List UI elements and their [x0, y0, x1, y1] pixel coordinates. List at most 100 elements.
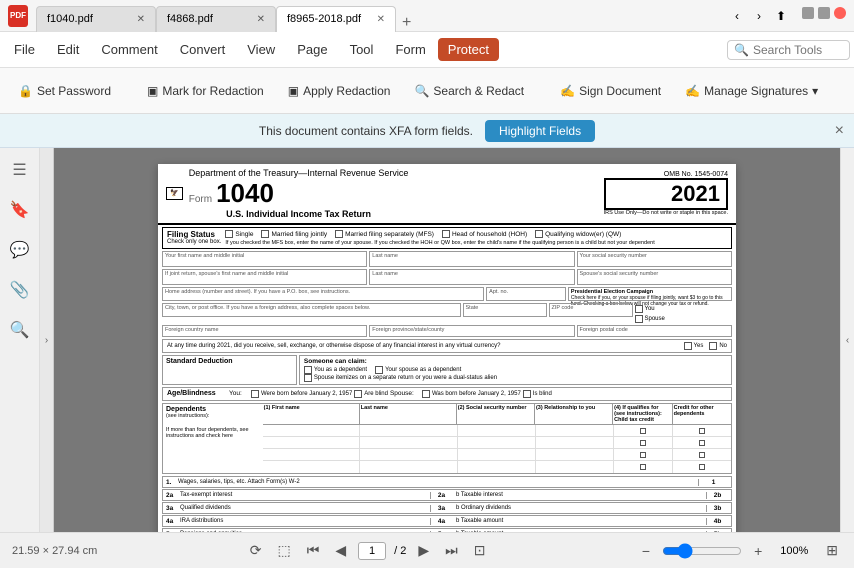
sidebar-nav-icon[interactable]: ☰: [8, 156, 30, 184]
electronic-button[interactable]: ⚡ Electro...: [844, 80, 854, 102]
dep-1-last[interactable]: [360, 425, 458, 436]
spouse-ssn-field[interactable]: Spouse's social security number: [577, 269, 732, 285]
cb-dep3-child[interactable]: [640, 452, 646, 458]
right-panel-handle[interactable]: ‹: [840, 148, 854, 532]
banner-close-button[interactable]: ×: [835, 122, 844, 140]
ssn-field[interactable]: Your social security number: [577, 251, 732, 267]
mark-redaction-button[interactable]: ▣ Mark for Redaction: [137, 80, 274, 102]
search-tools-input[interactable]: [753, 43, 843, 57]
cb-born-1957[interactable]: [251, 390, 259, 398]
cb-dep4-other[interactable]: [699, 464, 705, 470]
last-page-button[interactable]: ⏭: [441, 540, 462, 561]
foreign-province-field[interactable]: Foreign province/state/county: [369, 325, 574, 337]
menu-form[interactable]: Form: [385, 38, 435, 61]
dep-3-first[interactable]: [263, 449, 361, 460]
menu-view[interactable]: View: [237, 38, 285, 61]
menu-tool[interactable]: Tool: [340, 38, 384, 61]
zoom-slider[interactable]: [662, 543, 742, 559]
income-line-5b-ref[interactable]: 5b: [706, 531, 728, 533]
sidebar-comment-icon[interactable]: 💬: [6, 236, 34, 264]
menu-convert[interactable]: Convert: [170, 38, 236, 61]
dep-2-other[interactable]: [673, 437, 731, 448]
rotate-left-button[interactable]: ⟳: [246, 540, 266, 561]
share-btn[interactable]: ⬆: [772, 7, 790, 25]
dep-2-child[interactable]: [614, 437, 673, 448]
state-field[interactable]: State: [463, 303, 547, 317]
cb-dep3-other[interactable]: [699, 452, 705, 458]
menu-comment[interactable]: Comment: [91, 38, 167, 61]
prev-page-button[interactable]: ◀: [331, 540, 350, 561]
left-panel-handle[interactable]: ›: [40, 148, 54, 532]
cb-dep4-child[interactable]: [640, 464, 646, 470]
menu-protect[interactable]: Protect: [438, 38, 499, 61]
dep-2-last[interactable]: [360, 437, 458, 448]
dep-2-first[interactable]: [263, 437, 361, 448]
zoom-out-button[interactable]: −: [638, 541, 654, 561]
add-tab-button[interactable]: +: [396, 14, 417, 32]
tab-f1040-close[interactable]: ✕: [137, 14, 145, 25]
cb-dep1-other[interactable]: [699, 428, 705, 434]
next-page-button[interactable]: ▶: [414, 540, 433, 561]
cb-vc-yes[interactable]: [684, 342, 692, 350]
dep-3-last[interactable]: [360, 449, 458, 460]
cb-spouse-sep[interactable]: [304, 374, 312, 382]
dep-4-last[interactable]: [360, 461, 458, 473]
income-line-5a-ref[interactable]: 5a: [430, 531, 452, 533]
cb-dep2-other[interactable]: [699, 440, 705, 446]
menu-edit[interactable]: Edit: [47, 38, 89, 61]
home-address-field[interactable]: Home address (number and street). If you…: [162, 287, 484, 301]
set-password-button[interactable]: 🔒 Set Password: [8, 80, 121, 102]
income-line-2b-ref[interactable]: 2b: [706, 492, 728, 499]
search-redact-button[interactable]: 🔍 Search & Redact: [404, 80, 534, 102]
nav-back-btn[interactable]: ‹: [728, 7, 746, 25]
spouse-last-field[interactable]: Last name: [369, 269, 574, 285]
manage-signatures-button[interactable]: ✍ Manage Signatures ▾: [675, 80, 828, 102]
income-line-2a-ref[interactable]: 2a: [430, 492, 452, 499]
spouse-first-field[interactable]: If joint return, spouse's first name and…: [162, 269, 367, 285]
city-field[interactable]: City, town, or post office. If you have …: [162, 303, 461, 317]
menu-file[interactable]: File: [4, 38, 45, 61]
dep-4-rel[interactable]: [536, 461, 614, 473]
dep-1-other-credit[interactable]: [673, 425, 731, 436]
zoom-in-button[interactable]: +: [750, 541, 766, 561]
cb-dep1-child[interactable]: [640, 428, 646, 434]
last-name-field[interactable]: Last name: [369, 251, 574, 267]
cb-single[interactable]: [225, 230, 233, 238]
minimize-button[interactable]: [802, 7, 814, 19]
income-line-4b-ref[interactable]: 4b: [706, 518, 728, 525]
nav-forward-btn[interactable]: ›: [750, 7, 768, 25]
dep-1-rel[interactable]: [536, 425, 614, 436]
foreign-country-field[interactable]: Foreign country name: [162, 325, 367, 337]
income-line-1-ref[interactable]: 1: [698, 479, 728, 486]
sidebar-attachment-icon[interactable]: 📎: [6, 276, 34, 304]
dep-4-other[interactable]: [673, 461, 731, 473]
dep-4-child[interactable]: [614, 461, 673, 473]
cb-spouse-dep[interactable]: [375, 366, 383, 374]
cb-spouse-blind[interactable]: [523, 390, 531, 398]
apply-redaction-button[interactable]: ▣ Apply Redaction: [278, 80, 401, 102]
document-viewer[interactable]: 🦅 Department of the Treasury—Internal Re…: [54, 148, 840, 532]
dep-2-rel[interactable]: [536, 437, 614, 448]
cb-are-blind[interactable]: [354, 390, 362, 398]
zip-field[interactable]: ZIP code: [549, 303, 633, 317]
dep-3-ssn[interactable]: [458, 449, 536, 460]
income-line-4a-ref[interactable]: 4a: [430, 518, 452, 525]
tab-f4868[interactable]: f4868.pdf ✕: [156, 6, 276, 32]
foreign-postal-field[interactable]: Foreign postal code: [577, 325, 732, 337]
tab-f4868-close[interactable]: ✕: [257, 14, 265, 25]
dep-4-ssn[interactable]: [458, 461, 536, 473]
menu-page[interactable]: Page: [287, 38, 337, 61]
cb-married-joint[interactable]: [261, 230, 269, 238]
page-number-input[interactable]: 1: [358, 542, 386, 560]
income-line-3a-ref[interactable]: 3a: [430, 505, 452, 512]
cb-spouse-born[interactable]: [422, 390, 430, 398]
highlight-fields-button[interactable]: Highlight Fields: [485, 120, 595, 142]
marquee-zoom-button[interactable]: ⬚: [273, 540, 294, 561]
fit-page-button[interactable]: ⊡: [470, 540, 490, 561]
sign-document-button[interactable]: ✍ Sign Document: [550, 80, 671, 102]
cb-vc-no[interactable]: [709, 342, 717, 350]
view-mode-button[interactable]: ⊞: [822, 540, 842, 561]
dep-3-child[interactable]: [614, 449, 673, 460]
cb-you[interactable]: [635, 305, 643, 313]
tab-f1040[interactable]: f1040.pdf ✕: [36, 6, 156, 32]
